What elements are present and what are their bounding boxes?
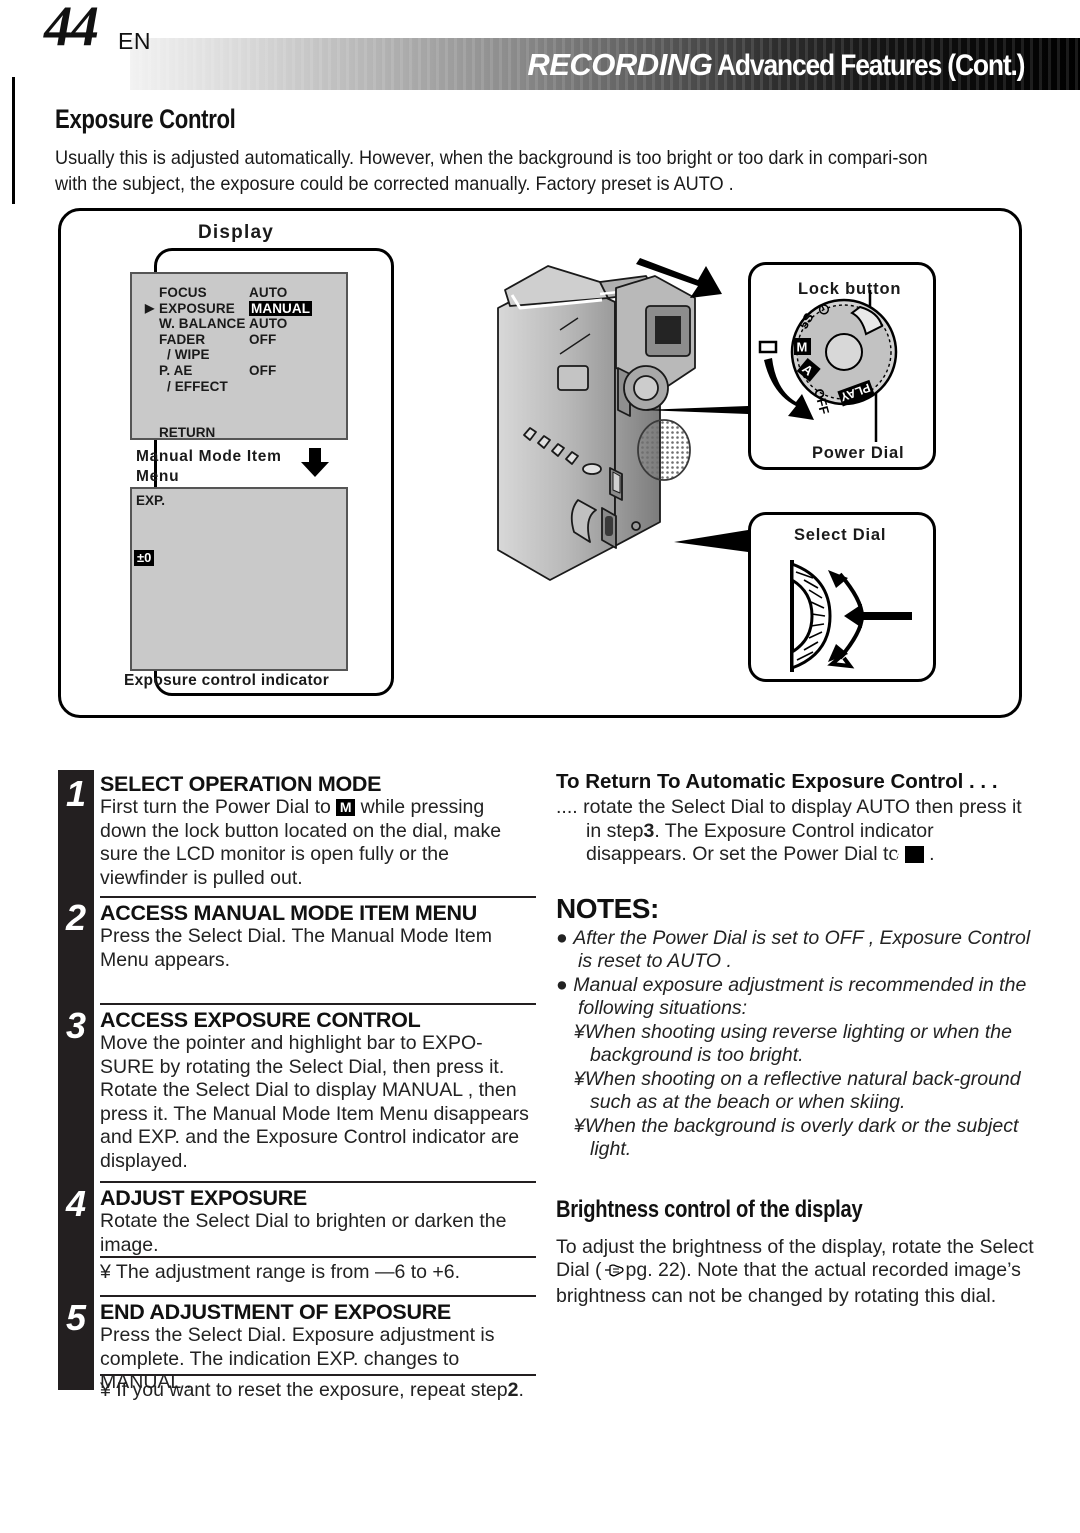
menu-row-label: P. AE: [159, 362, 193, 378]
notes-subitem-2: ¥When the background is overly dark or t…: [574, 1114, 1019, 1161]
pointing-hand-icon: [604, 1261, 624, 1285]
step-5-heading: END ADJUSTMENT OF EXPOSURE: [100, 1300, 451, 1324]
right-column: To Return To Automatic Exposure Control …: [556, 770, 1034, 1308]
exposure-control-indicator-label: Exposure control indicator: [124, 672, 330, 689]
step-3-divider: [100, 1003, 536, 1005]
power-dial-label: Power Dial: [812, 444, 905, 462]
menu-row-value: OFF: [249, 362, 277, 378]
brightness-heading: Brightness control of the display: [556, 1195, 863, 1223]
callout-leader-lines: [642, 406, 748, 552]
menu-row-label: / WIPE: [167, 347, 210, 363]
lcd-exp-title: EXP.: [136, 493, 166, 508]
manual-mode-menu-text: Menu: [136, 468, 180, 485]
step-1-heading: SELECT OPERATION MODE: [100, 772, 382, 796]
step-4: ADJUST EXPOSURE Rotate the Select Dial t…: [100, 1181, 536, 1257]
step-1-body: First turn the Power Dial to M while pre…: [100, 796, 536, 890]
down-arrow-icon: [301, 448, 329, 477]
step-5-divider: [100, 1295, 536, 1297]
step-2-heading: ACCESS MANUAL MODE ITEM MENU: [100, 901, 478, 925]
header-title-primary: RECORDING: [527, 47, 713, 82]
step-number-5: 5: [65, 1297, 87, 1338]
step-number-4: 4: [65, 1183, 87, 1224]
step-3-body: Move the pointer and highlight bar to EX…: [100, 1032, 529, 1172]
section-intro-paragraph: Usually this is adjusted automatically. …: [55, 147, 928, 195]
page-language-code: EN: [118, 28, 151, 54]
step-number-2: 2: [65, 897, 87, 938]
page-number: 44: [44, 0, 99, 58]
step-number-3: 3: [65, 1005, 87, 1046]
menu-return-item: RETURN: [159, 425, 216, 440]
step-1: SELECT OPERATION MODE First turn the Pow…: [100, 772, 536, 890]
step-3-heading: ACCESS EXPOSURE CONTROL: [100, 1008, 421, 1032]
menu-row-label: EXPOSURE: [159, 300, 235, 316]
notes-block: NOTES: ● After the Power Dial is set to …: [556, 893, 1034, 1162]
step-2-divider: [100, 896, 536, 898]
step-2: ACCESS MANUAL MODE ITEM MENU Press the S…: [100, 896, 536, 972]
step-number-1: 1: [65, 773, 87, 814]
mode-m-glyph-icon: M: [336, 799, 356, 816]
page-header: RECORDING Advanced Features (Cont.): [0, 38, 1080, 90]
menu-row-label: FOCUS: [159, 285, 207, 300]
brightness-body: To adjust the brightness of the display,…: [556, 1236, 1034, 1309]
exposure-value-badge: ±0: [134, 550, 155, 566]
notes-subitem-0: ¥When shooting using reverse lighting or…: [574, 1020, 1012, 1067]
menu-pointer-icon: ▶: [145, 300, 155, 315]
brightness-page-ref: pg. 22: [625, 1259, 680, 1281]
step-5-note-pre: ¥ If you want to reset the exposure, rep…: [100, 1379, 508, 1401]
lcd-menu-screen: FOCUS AUTO ▶ EXPOSURE MANUAL W. BALANCE AUTO FA…: [130, 272, 348, 440]
power-dial-icon: 5S ⏻ M A OFF PLAY: [758, 290, 898, 442]
step-4-note: ¥ The adjustment range is from —6 to +6.: [100, 1256, 536, 1285]
step-3: ACCESS EXPOSURE CONTROL Move the pointer…: [100, 1003, 536, 1173]
step-5-note-text: ¥ If you want to reset the exposure, rep…: [100, 1379, 536, 1403]
menu-row-label: FADER: [159, 331, 206, 347]
menu-row-value: MANUAL: [249, 300, 313, 317]
notes-heading: NOTES:: [556, 892, 659, 924]
mode-a-glyph-icon: A: [894, 846, 924, 863]
select-dial-icon: [790, 560, 912, 672]
svg-text:M: M: [797, 340, 808, 355]
step-5-note: ¥ If you want to reset the exposure, rep…: [100, 1374, 536, 1403]
step-4-body: Rotate the Select Dial to brighten or da…: [100, 1210, 507, 1256]
step-4-divider: [100, 1181, 536, 1183]
menu-row-value: AUTO: [249, 285, 288, 300]
notes-item-1-text: Manual exposure adjustment is recommende…: [573, 973, 1027, 1020]
return-auto-step-ref: 3: [643, 819, 655, 842]
header-title: RECORDING Advanced Features (Cont.): [527, 47, 1066, 83]
menu-row-label: W. BALANCE: [159, 316, 246, 332]
section-heading: Exposure Control: [55, 104, 236, 134]
return-auto-heading: To Return To Automatic Exposure Control …: [556, 770, 998, 793]
step-2-body: Press the Select Dial. The Manual Mode I…: [100, 925, 492, 971]
step-5-note-post: .: [518, 1379, 524, 1401]
return-auto-block: To Return To Automatic Exposure Control …: [556, 770, 1034, 867]
notes-subitem-1: ¥When shooting on a reflective natural b…: [574, 1067, 1021, 1114]
select-dial-label: Select Dial: [794, 526, 887, 544]
notes-item-0-text: After the Power Dial is set to OFF , Exp…: [573, 926, 1031, 973]
header-title-secondary: Advanced Features (Cont.): [716, 49, 1025, 82]
step-4-heading: ADJUST EXPOSURE: [100, 1186, 307, 1210]
lcd-exposure-screen: EXP. ±0: [130, 487, 348, 671]
notes-item-0: ● After the Power Dial is set to OFF , E…: [556, 926, 1031, 973]
manual-mode-item-menu-label: Manual Mode Item Menu: [136, 447, 282, 487]
display-label: Display: [198, 222, 274, 243]
return-auto-body: .... rotate the Select Dial to display A…: [556, 796, 1034, 867]
step-5-note-step-ref: 2: [507, 1379, 519, 1401]
return-auto-body-post: .: [923, 843, 935, 865]
step-5-note-divider: [100, 1374, 536, 1376]
brightness-block: Brightness control of the display To adj…: [556, 1196, 1034, 1309]
step-4-note-text: ¥ The adjustment range is from —6 to +6.: [100, 1261, 461, 1283]
menu-row-label: / EFFECT: [167, 378, 228, 394]
exposure-indicator-leader-line: [12, 77, 15, 204]
notes-item-1: ● Manual exposure adjustment is recommen…: [556, 973, 1027, 1020]
manual-mode-item-text: Manual Mode Item: [136, 448, 282, 465]
step-4-note-divider: [100, 1256, 536, 1258]
step-1-body-pre: First turn the Power Dial to: [100, 796, 337, 818]
menu-row-value: OFF: [249, 331, 277, 347]
menu-row-value: AUTO: [249, 316, 288, 332]
